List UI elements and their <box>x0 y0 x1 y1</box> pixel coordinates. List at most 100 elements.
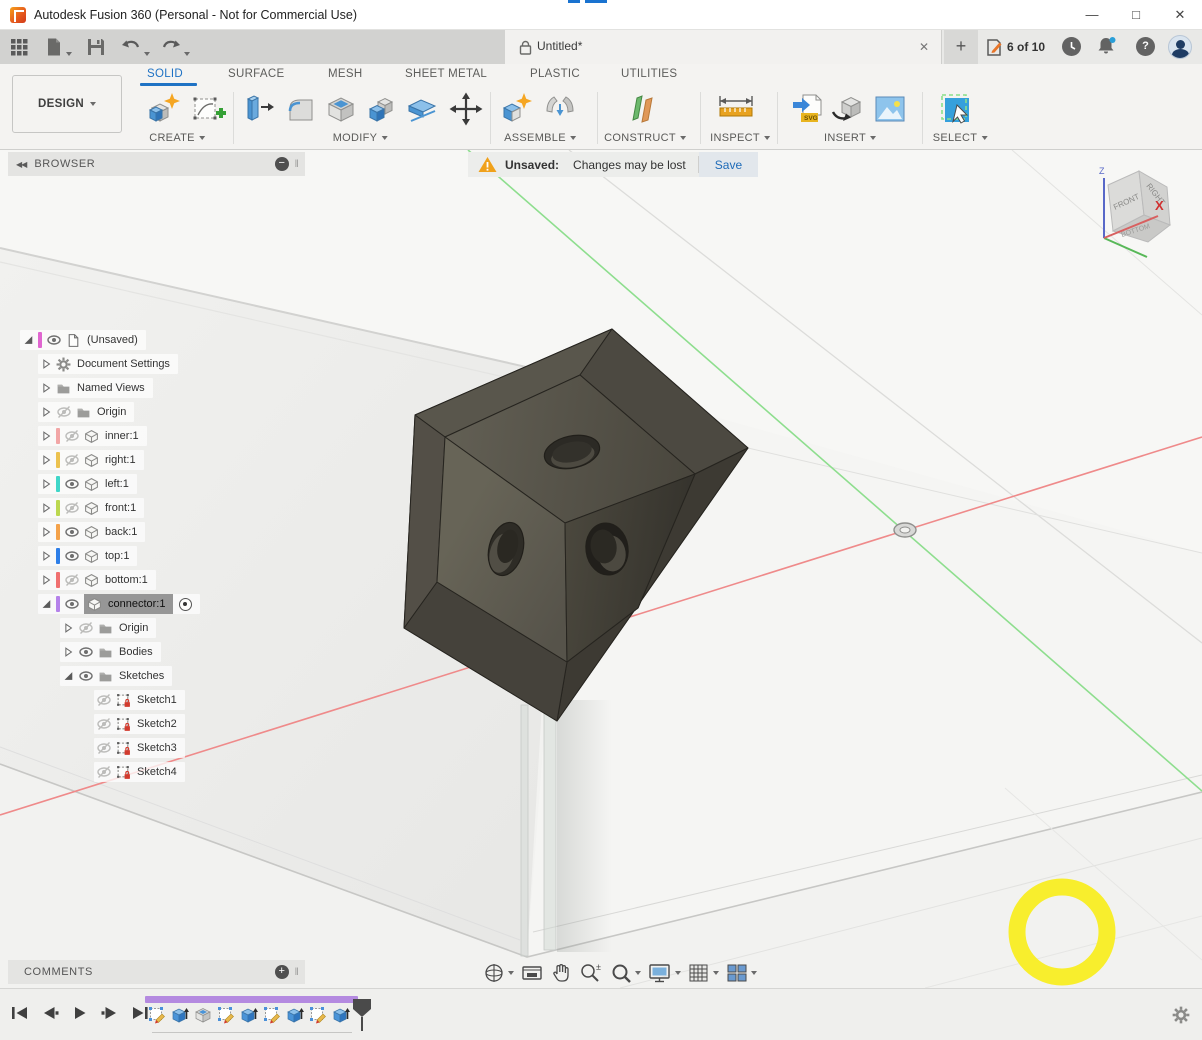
collapse-panel-icon[interactable]: ◀◀ <box>16 160 26 169</box>
offset-face-tool[interactable] <box>404 92 440 126</box>
timeline-feature-extrude[interactable] <box>240 1006 258 1024</box>
timeline-feature-shell[interactable] <box>194 1006 212 1024</box>
help-icon[interactable]: ? <box>1136 37 1155 56</box>
browser-item-sketch3[interactable]: Sketch3 <box>8 736 305 760</box>
visibility-eye-icon[interactable] <box>64 596 80 612</box>
insert-mesh-tool[interactable] <box>830 92 866 126</box>
origin-marker[interactable] <box>894 523 916 537</box>
visibility-eye-icon[interactable] <box>78 668 94 684</box>
tab-utilities[interactable]: UTILITIES <box>621 68 677 80</box>
browser-item-root[interactable]: (Unsaved) <box>8 328 305 352</box>
move-tool[interactable] <box>448 92 484 126</box>
browser-item-sketches[interactable]: Sketches <box>8 664 305 688</box>
expander-closed-icon[interactable] <box>40 574 52 586</box>
group-construct[interactable]: CONSTRUCT <box>604 130 686 146</box>
panel-minus-icon[interactable]: − <box>275 157 289 171</box>
browser-item-front[interactable]: front:1 <box>8 496 305 520</box>
notifications-bell-icon[interactable] <box>1096 36 1116 56</box>
measure-tool[interactable] <box>716 92 752 126</box>
create-sketch-tool[interactable] <box>190 92 226 126</box>
close-button[interactable]: ✕ <box>1158 0 1202 29</box>
group-select[interactable]: SELECT <box>933 130 988 146</box>
visibility-eye-off-icon[interactable] <box>56 404 72 420</box>
minimize-button[interactable]: — <box>1070 0 1114 29</box>
save-alert-button[interactable]: Save <box>699 152 758 177</box>
tab-surface[interactable]: SURFACE <box>228 68 284 80</box>
timeline-feature-extrude[interactable] <box>171 1006 189 1024</box>
expander-closed-icon[interactable] <box>62 646 74 658</box>
visibility-eye-off-icon[interactable] <box>96 716 112 732</box>
group-insert[interactable]: INSERT <box>824 130 876 146</box>
browser-item-named-views[interactable]: Named Views <box>8 376 305 400</box>
fit-view-tool[interactable] <box>610 962 641 984</box>
document-tab[interactable]: Untitled* ✕ <box>505 30 942 64</box>
visibility-eye-off-icon[interactable] <box>96 692 112 708</box>
visibility-eye-icon[interactable] <box>64 524 80 540</box>
fillet-tool[interactable] <box>283 92 319 126</box>
visibility-eye-off-icon[interactable] <box>78 620 94 636</box>
tab-solid[interactable]: SOLID <box>147 68 183 80</box>
expander-closed-icon[interactable] <box>40 526 52 538</box>
expander-closed-icon[interactable] <box>40 550 52 562</box>
file-menu-icon[interactable] <box>44 37 64 57</box>
expander-closed-icon[interactable] <box>62 622 74 634</box>
new-component-tool[interactable] <box>146 92 182 126</box>
undo-icon[interactable] <box>120 37 140 57</box>
browser-item-connector-selected[interactable]: connector:1 <box>8 592 305 616</box>
add-comment-icon[interactable]: + <box>275 965 289 979</box>
insert-canvas-tool[interactable] <box>872 92 908 126</box>
workspace-selector[interactable]: DESIGN <box>12 75 122 133</box>
go-to-start-button[interactable] <box>10 1005 30 1021</box>
timeline-feature-sketch[interactable] <box>148 1006 166 1024</box>
group-inspect[interactable]: INSPECT <box>710 130 770 146</box>
timeline-feature-sketch[interactable] <box>217 1006 235 1024</box>
browser-item-back[interactable]: back:1 <box>8 520 305 544</box>
browser-item-sketch4[interactable]: Sketch4 <box>8 760 305 784</box>
timeline-playhead[interactable] <box>352 998 374 1032</box>
visibility-eye-icon[interactable] <box>78 644 94 660</box>
expander-open-icon[interactable] <box>62 670 74 682</box>
expander-closed-icon[interactable] <box>40 454 52 466</box>
joint-tool[interactable] <box>542 92 578 126</box>
browser-item-right[interactable]: right:1 <box>8 448 305 472</box>
browser-item-origin[interactable]: Origin <box>8 400 305 424</box>
orbit-tool[interactable] <box>483 962 514 984</box>
visibility-eye-off-icon[interactable] <box>64 428 80 444</box>
pan-tool[interactable] <box>550 962 572 984</box>
user-avatar[interactable] <box>1168 35 1192 59</box>
panel-grip-handle[interactable]: ‖ <box>292 159 302 170</box>
visibility-eye-off-icon[interactable] <box>96 740 112 756</box>
expander-closed-icon[interactable] <box>40 430 52 442</box>
look-at-tool[interactable] <box>521 962 543 984</box>
visibility-eye-off-icon[interactable] <box>96 764 112 780</box>
browser-item-sketch1[interactable]: Sketch1 <box>8 688 305 712</box>
step-back-button[interactable] <box>40 1005 60 1021</box>
timeline-settings-gear-icon[interactable] <box>1172 1006 1190 1024</box>
browser-item-top[interactable]: top:1 <box>8 544 305 568</box>
browser-item-bodies[interactable]: Bodies <box>8 640 305 664</box>
visibility-eye-off-icon[interactable] <box>64 500 80 516</box>
construct-plane-tool[interactable] <box>625 92 661 126</box>
timeline-feature-extrude[interactable] <box>286 1006 304 1024</box>
viewports-tool[interactable] <box>726 962 757 984</box>
tab-sheet-metal[interactable]: SHEET METAL <box>405 68 487 80</box>
group-assemble[interactable]: ASSEMBLE <box>504 130 576 146</box>
panel-grip-handle[interactable]: ‖ <box>292 967 302 978</box>
select-tool[interactable] <box>938 92 974 126</box>
insert-svg-tool[interactable]: SVG <box>790 92 826 126</box>
browser-item-bottom[interactable]: bottom:1 <box>8 568 305 592</box>
viewport-3d[interactable]: FRONT RIGHT BOTTOM Z X Unsaved: Changes … <box>0 150 1202 988</box>
expander-closed-icon[interactable] <box>40 406 52 418</box>
tab-plastic[interactable]: PLASTIC <box>530 68 580 80</box>
maximize-button[interactable]: □ <box>1114 0 1158 29</box>
grid-settings-tool[interactable] <box>688 962 719 984</box>
press-pull-tool[interactable] <box>240 92 276 126</box>
redo-caret[interactable] <box>184 43 204 63</box>
shell-tool[interactable] <box>324 92 360 126</box>
group-modify[interactable]: MODIFY <box>333 130 388 146</box>
timeline-feature-extrude[interactable] <box>332 1006 350 1024</box>
browser-item-left[interactable]: left:1 <box>8 472 305 496</box>
display-settings-tool[interactable] <box>648 962 681 984</box>
app-grid-icon[interactable] <box>10 37 30 57</box>
browser-item-inner[interactable]: inner:1 <box>8 424 305 448</box>
